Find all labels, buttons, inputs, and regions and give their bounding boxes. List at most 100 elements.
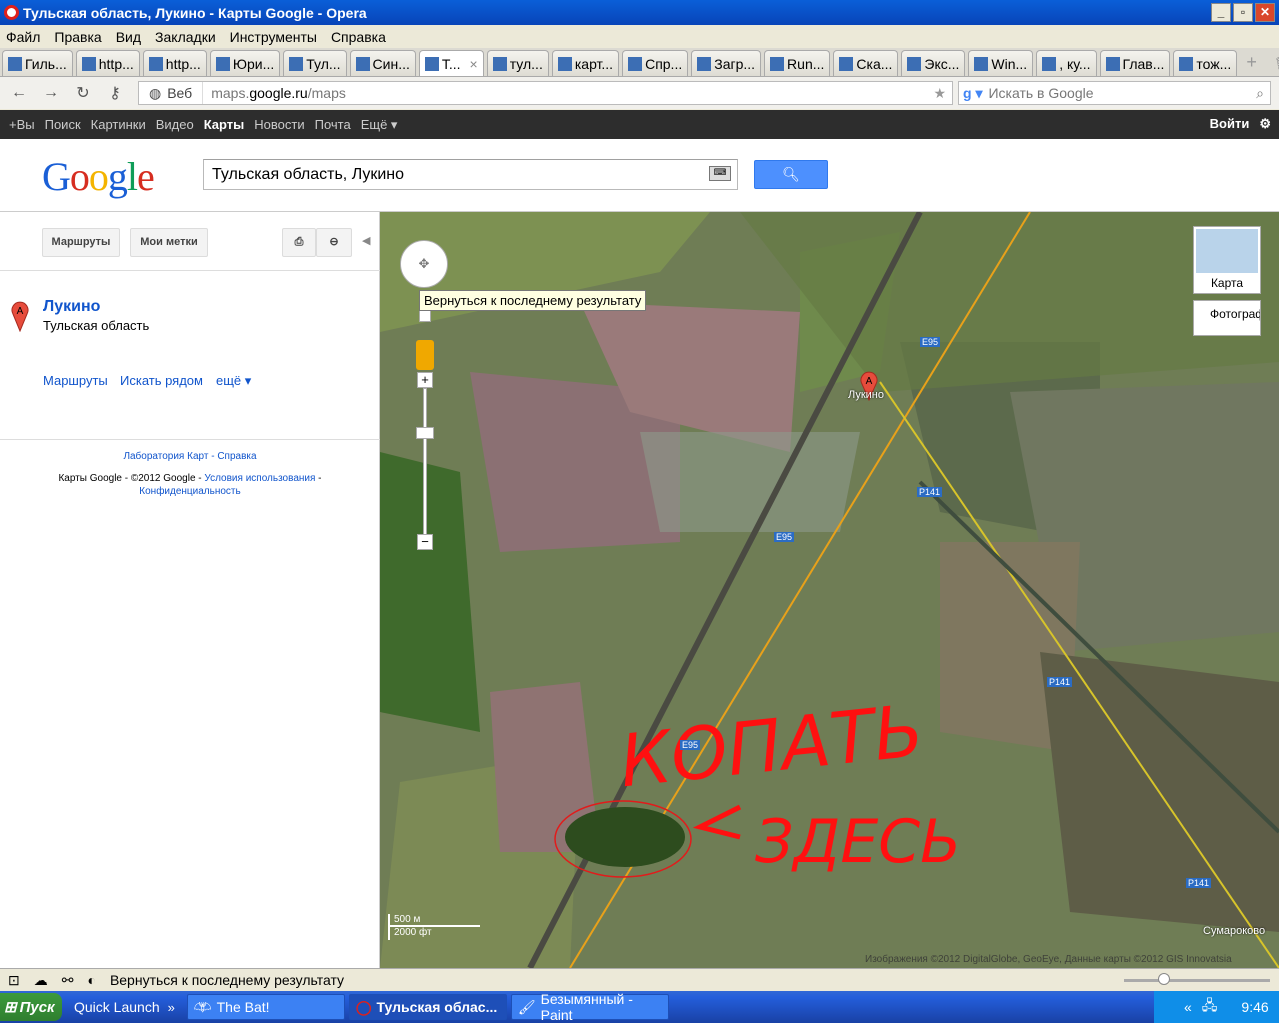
tab-label: Загр... — [714, 55, 756, 72]
bat-icon: 🦇︎ — [193, 998, 212, 1015]
satellite-map[interactable]: КОПАТЬ ЗДЕСЬ ✥ + − Вернуться к последнем… — [380, 212, 1279, 968]
keyboard-icon[interactable]: ⌨ — [709, 166, 731, 181]
back-icon[interactable]: ← — [8, 84, 30, 102]
terms-link[interactable]: Условия использования — [204, 473, 315, 484]
tab[interactable]: Run... — [764, 50, 831, 76]
google-logo[interactable]: Google — [42, 153, 155, 200]
pan-control[interactable]: ✥ — [400, 240, 448, 288]
gbar-news[interactable]: Новости — [254, 117, 304, 132]
bookmark-star-icon[interactable]: ★ — [933, 85, 946, 102]
gbar-images[interactable]: Картинки — [91, 117, 146, 132]
tab-label: Юри... — [232, 55, 275, 72]
result-title[interactable]: Лукино — [43, 298, 100, 316]
zoom-slider-handle[interactable] — [416, 427, 434, 439]
map-type-map[interactable]: Карта — [1193, 226, 1261, 294]
address-bar[interactable]: ◍ Веб maps.google.ru/maps ★ — [138, 81, 953, 105]
start-button[interactable]: ⊞ Пуск — [0, 993, 62, 1021]
tab[interactable]: Син... — [349, 50, 416, 76]
tab[interactable]: http... — [142, 50, 207, 76]
tab[interactable]: Win... — [968, 50, 1034, 76]
gbar-more[interactable]: Ещё ▾ — [361, 117, 398, 133]
task-paint[interactable]: 🖌︎ Безымянный - Paint — [510, 991, 669, 1023]
more-link[interactable]: ещё ▾ — [216, 373, 251, 389]
tab[interactable]: http... — [75, 50, 140, 76]
trash-icon[interactable]: 🗑︎ — [1274, 56, 1279, 72]
title-bar: Тульская область, Лукино - Карты Google … — [0, 0, 1279, 25]
link-icon[interactable]: ⊖ — [316, 228, 352, 257]
menu-bookmarks[interactable]: Закладки — [155, 29, 216, 45]
tab[interactable]: тул... — [486, 50, 549, 76]
help-link[interactable]: Справка — [217, 451, 256, 462]
reload-icon[interactable]: ↻ — [72, 83, 94, 103]
tab[interactable]: Спр... — [622, 50, 689, 76]
tab[interactable]: карт... — [551, 50, 620, 76]
zoom-slider[interactable] — [423, 388, 427, 538]
gbar-video[interactable]: Видео — [156, 117, 194, 132]
tab[interactable]: Т... × — [418, 50, 484, 76]
zoom-reset[interactable] — [419, 310, 431, 322]
zoom-slider[interactable] — [1124, 979, 1270, 982]
tab[interactable]: , ку... — [1036, 50, 1097, 76]
menu-file[interactable]: Файл — [6, 29, 40, 45]
tab-label: Экс... — [924, 55, 960, 72]
close-button[interactable]: ✕ — [1255, 3, 1275, 22]
gear-icon[interactable]: ⚙ — [1259, 116, 1271, 132]
search-nearby-link[interactable]: Искать рядом — [120, 373, 203, 388]
quick-launch[interactable]: Quick Launch — [74, 999, 160, 1015]
marker-a-icon[interactable]: A — [10, 298, 30, 333]
quick-launch-expand-icon[interactable]: » — [168, 1000, 175, 1015]
tab-close-icon[interactable]: × — [470, 56, 478, 72]
minimize-button[interactable]: _ — [1211, 3, 1231, 22]
task-the-bat[interactable]: 🦇︎ The Bat! — [186, 994, 345, 1020]
maps-header: Google Тульская область, Лукино ⌨ 🔍︎ — [0, 139, 1279, 212]
gbar-search[interactable]: Поиск — [45, 117, 81, 132]
search-icon[interactable]: ⌕ — [1256, 85, 1264, 102]
my-maps-button[interactable]: Мои метки — [130, 228, 208, 257]
routes-button[interactable]: Маршруты — [42, 228, 120, 257]
routes-link[interactable]: Маршруты — [43, 373, 108, 388]
cloud-icon[interactable]: ☁ — [34, 972, 48, 989]
menu-edit[interactable]: Правка — [54, 29, 101, 45]
tab-favicon-icon — [974, 56, 989, 71]
tab[interactable]: Ска... — [833, 50, 899, 76]
zoom-in-button[interactable]: + — [417, 372, 433, 388]
pegman-icon[interactable] — [416, 340, 434, 370]
tab[interactable]: Глав... — [1099, 50, 1171, 76]
zoom-slider-handle[interactable] — [1158, 973, 1170, 985]
print-icon[interactable]: ⎙ — [282, 228, 316, 257]
turbo-icon[interactable]: ◐ — [87, 972, 95, 988]
menu-tools[interactable]: Инструменты — [230, 29, 317, 45]
privacy-link[interactable]: Конфиденциальность — [139, 486, 240, 497]
search-engine-input[interactable]: g ▾ Искать в Google ⌕ — [958, 81, 1271, 105]
network-icon[interactable]: 🖧 — [1202, 995, 1218, 1019]
expand-tray-icon[interactable]: « — [1184, 999, 1192, 1015]
new-tab-button[interactable]: + — [1246, 52, 1257, 73]
tab[interactable]: Загр... — [691, 50, 762, 76]
gbar-plus[interactable]: +Вы — [9, 117, 35, 132]
zoom-out-button[interactable]: − — [417, 534, 433, 550]
share-icon[interactable]: ⚯ — [62, 972, 74, 989]
search-button[interactable]: 🔍︎ — [754, 160, 828, 189]
panel-icon[interactable]: ⊡ — [8, 972, 20, 989]
tab[interactable]: Гиль... — [2, 50, 73, 76]
tab[interactable]: Экс... — [901, 50, 966, 76]
login-link[interactable]: Войти — [1210, 116, 1250, 132]
tab[interactable]: Юри... — [209, 50, 281, 76]
road-label: P141 — [1047, 677, 1073, 687]
menu-view[interactable]: Вид — [116, 29, 141, 45]
tab[interactable]: тож... — [1173, 50, 1238, 76]
maps-search-input[interactable]: Тульская область, Лукино — [203, 159, 738, 190]
map-attribution: Изображения ©2012 DigitalGlobe, GeoEye, … — [865, 954, 1232, 965]
clock[interactable]: 9:46 — [1241, 999, 1268, 1015]
menu-help[interactable]: Справка — [331, 29, 386, 45]
task-opera[interactable]: ◯ Тульская облас... — [348, 994, 507, 1020]
maps-lab-link[interactable]: Лаборатория Карт — [123, 451, 208, 462]
maximize-button[interactable]: ▫ — [1233, 3, 1253, 22]
gbar-mail[interactable]: Почта — [315, 117, 351, 132]
gbar-maps[interactable]: Карты — [204, 117, 245, 132]
tab[interactable]: Тул... — [283, 50, 347, 76]
forward-icon[interactable]: → — [40, 84, 62, 102]
map-type-photo[interactable]: Фотограф — [1193, 300, 1261, 336]
key-icon[interactable]: ⚷ — [104, 83, 126, 103]
collapse-panel-icon[interactable]: ◀ — [362, 234, 370, 247]
